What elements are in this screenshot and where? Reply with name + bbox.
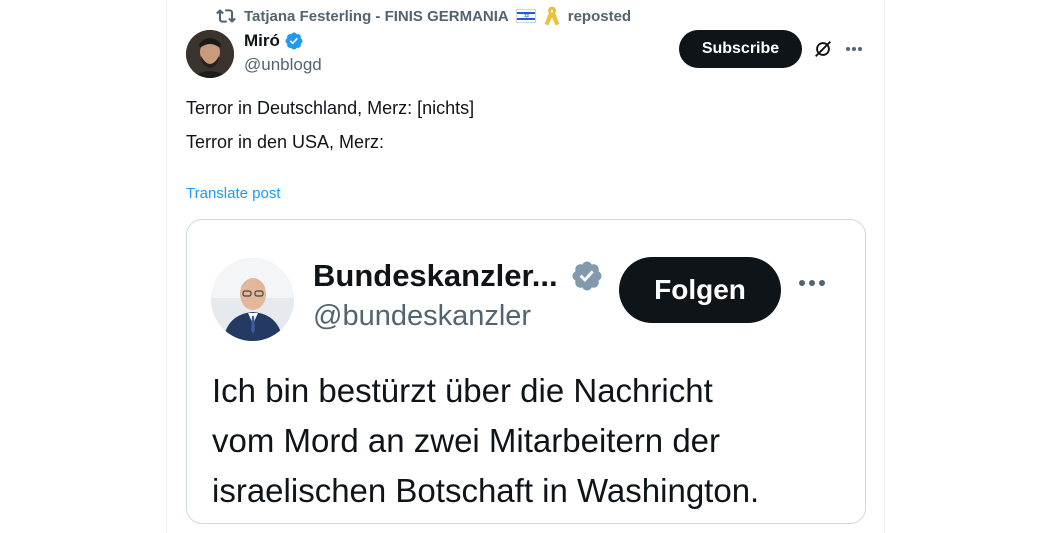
- repost-header[interactable]: Tatjana Festerling - FINIS GERMANIA ✡ re…: [216, 5, 631, 27]
- embedded-post-text: Ich bin bestürzt über die Nachricht vom …: [212, 366, 759, 516]
- embedded-follow-button: Folgen: [619, 257, 781, 323]
- embedded-text-line: vom Mord an zwei Mitarbeitern der: [212, 422, 721, 459]
- post-media-image[interactable]: Bundeskanzler... @bundeskanzler Folgen I…: [186, 219, 866, 524]
- grok-icon[interactable]: [812, 38, 834, 60]
- post-text: Terror in Deutschland, Merz: [nichts] Te…: [186, 96, 474, 154]
- yellow-ribbon-icon: [544, 6, 559, 26]
- embedded-more-options-icon: [799, 280, 825, 286]
- post-text-line: Terror in Deutschland, Merz: [nichts]: [186, 98, 475, 118]
- timeline-left-border: [166, 0, 167, 533]
- author-info: Miró @unblogd: [244, 31, 322, 75]
- verified-badge-icon[interactable]: [284, 31, 304, 51]
- gray-verified-badge-icon: [572, 261, 602, 291]
- translate-post-link[interactable]: Translate post: [186, 185, 281, 202]
- israel-flag-icon: ✡: [515, 9, 536, 23]
- more-options-icon[interactable]: [843, 38, 865, 60]
- embedded-text-line: Ich bin bestürzt über die Nachricht: [212, 372, 713, 409]
- embedded-handle: @bundeskanzler: [313, 300, 532, 332]
- embedded-name-row: Bundeskanzler...: [313, 258, 604, 294]
- embedded-avatar: [211, 258, 294, 341]
- subscribe-button[interactable]: Subscribe: [679, 30, 802, 68]
- reposter-name[interactable]: Tatjana Festerling - FINIS GERMANIA: [244, 8, 509, 25]
- embedded-text-line: israelischen Botschaft in Washington.: [212, 472, 760, 509]
- author-avatar[interactable]: [186, 30, 234, 78]
- reposted-label: reposted: [567, 7, 632, 25]
- author-name[interactable]: Miró: [244, 31, 280, 51]
- post-text-line: Terror in den USA, Merz:: [186, 132, 385, 152]
- embedded-name: Bundeskanzler...: [313, 258, 558, 293]
- author-handle[interactable]: @unblogd: [244, 55, 322, 75]
- timeline-right-border: [884, 0, 885, 533]
- repost-icon: [216, 9, 236, 23]
